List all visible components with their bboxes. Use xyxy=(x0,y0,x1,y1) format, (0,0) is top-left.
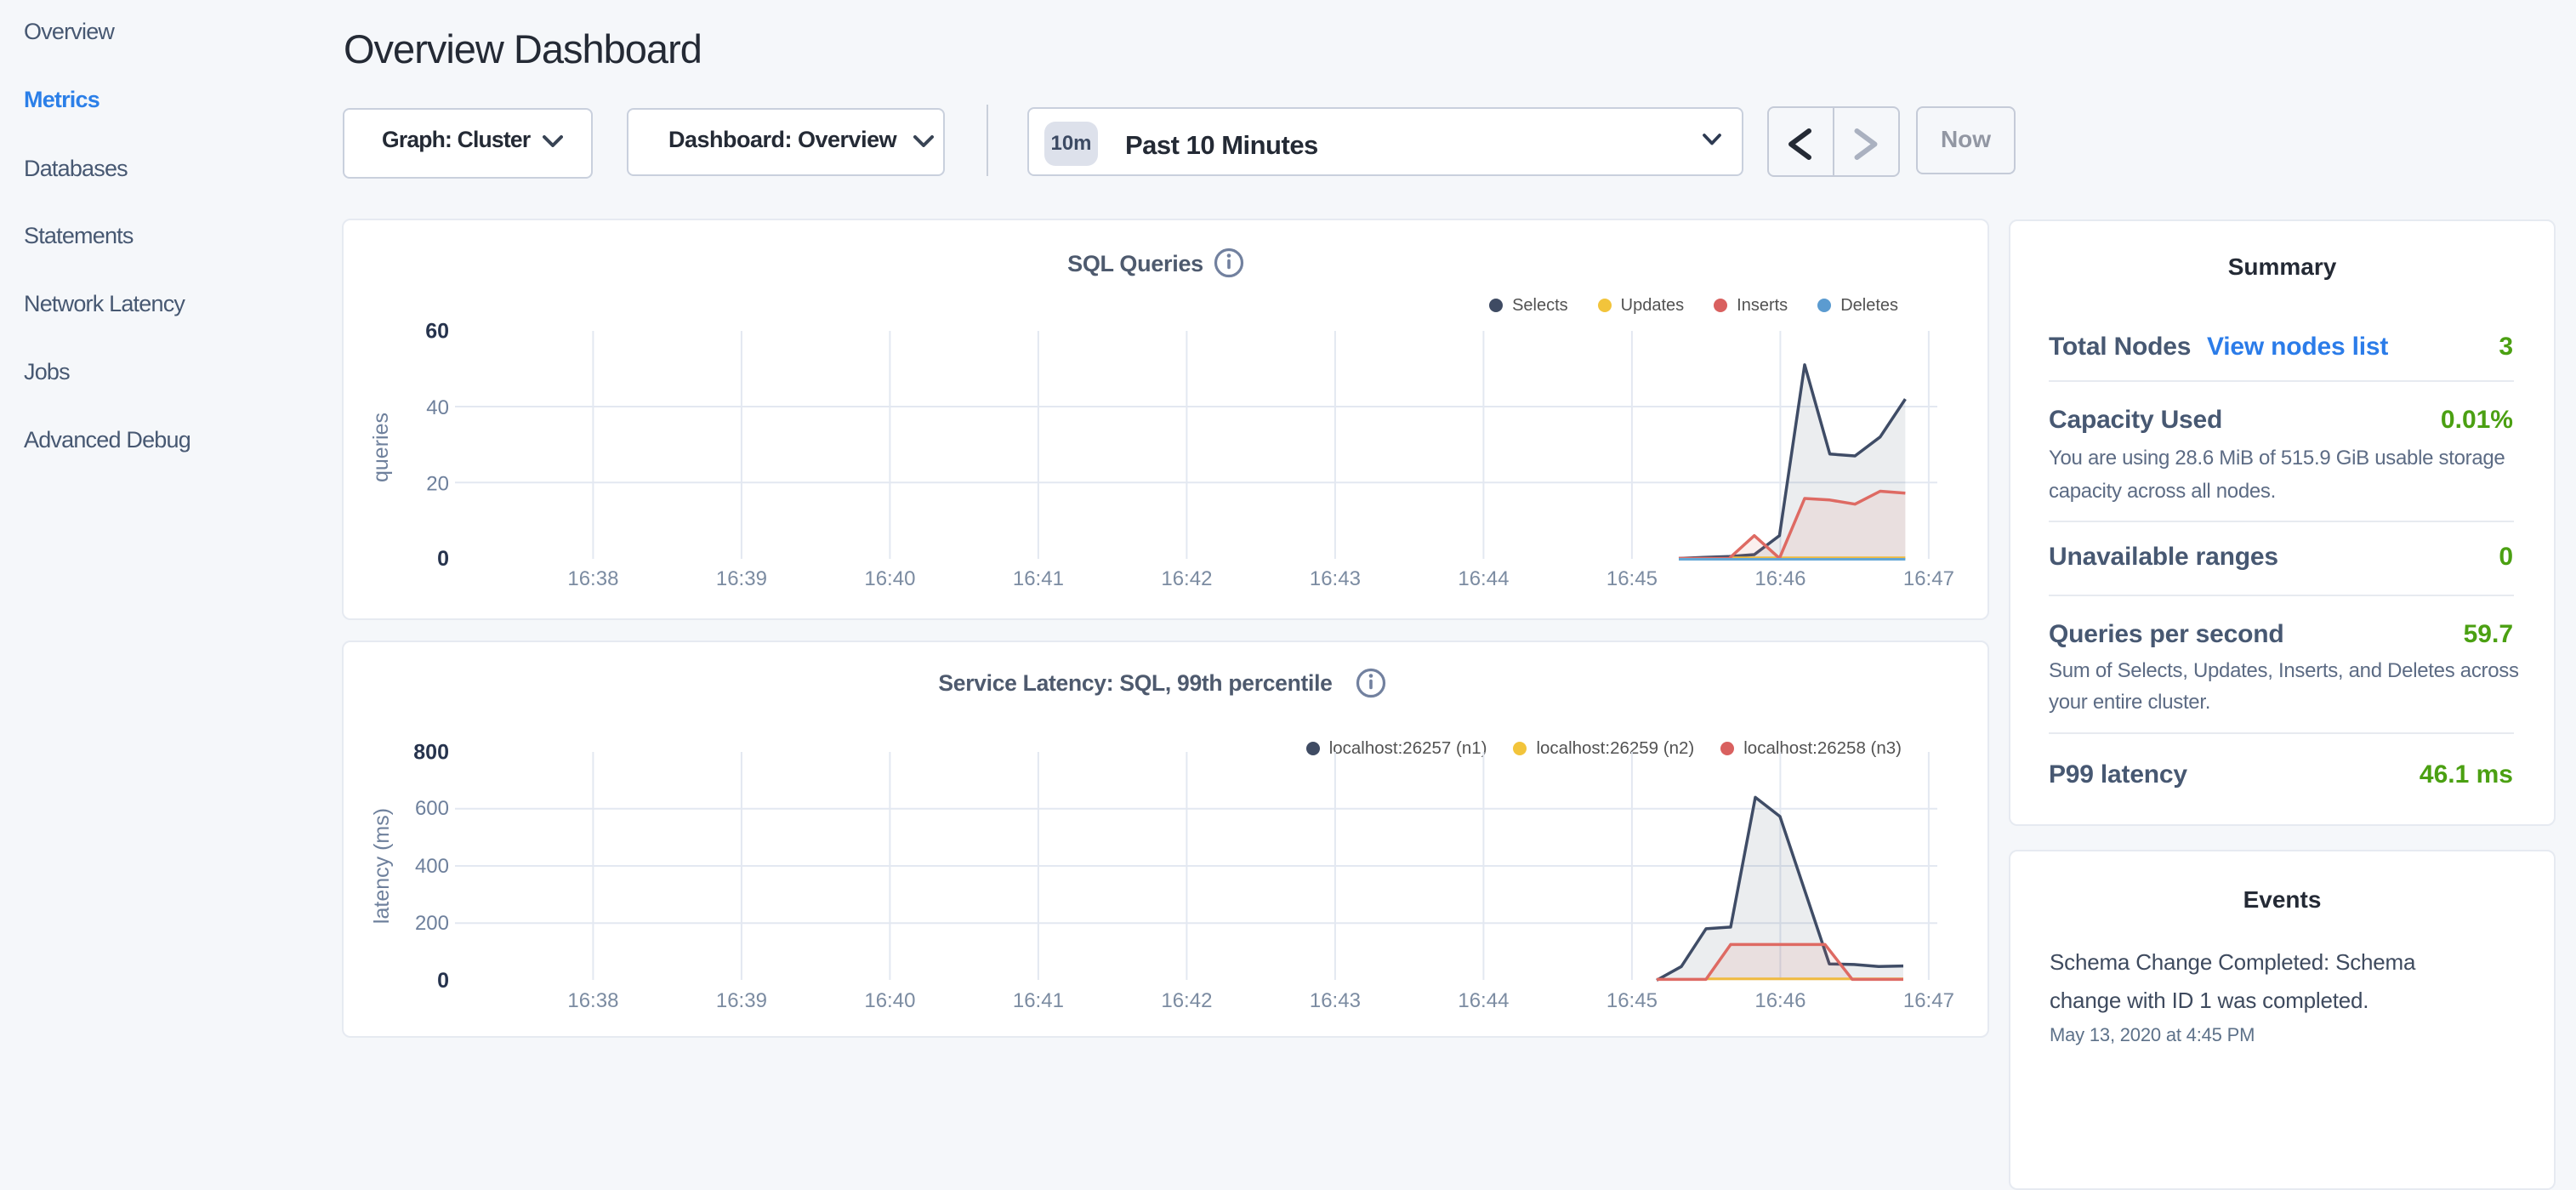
svg-text:16:42: 16:42 xyxy=(1161,989,1212,1012)
svg-text:16:39: 16:39 xyxy=(716,567,767,590)
svg-text:16:47: 16:47 xyxy=(1903,989,1954,1012)
svg-text:16:41: 16:41 xyxy=(1013,989,1064,1012)
svg-text:latency (ms): latency (ms) xyxy=(370,808,394,924)
svg-text:16:43: 16:43 xyxy=(1310,989,1361,1012)
svg-text:16:40: 16:40 xyxy=(864,567,915,590)
svg-text:600: 600 xyxy=(415,797,449,820)
svg-text:20: 20 xyxy=(426,473,449,496)
svg-text:800: 800 xyxy=(413,741,449,765)
svg-text:60: 60 xyxy=(425,320,449,344)
svg-text:16:38: 16:38 xyxy=(567,567,618,590)
svg-text:16:47: 16:47 xyxy=(1903,567,1954,590)
svg-text:40: 40 xyxy=(426,396,449,419)
svg-text:400: 400 xyxy=(415,855,449,878)
svg-text:16:44: 16:44 xyxy=(1458,567,1509,590)
svg-text:16:45: 16:45 xyxy=(1606,567,1658,590)
svg-text:16:46: 16:46 xyxy=(1754,989,1805,1012)
svg-text:16:40: 16:40 xyxy=(864,989,915,1012)
svg-text:16:46: 16:46 xyxy=(1754,567,1805,590)
svg-text:200: 200 xyxy=(415,912,449,935)
svg-text:16:42: 16:42 xyxy=(1161,567,1212,590)
svg-text:16:43: 16:43 xyxy=(1310,567,1361,590)
svg-text:16:39: 16:39 xyxy=(716,989,767,1012)
svg-text:0: 0 xyxy=(437,547,449,571)
svg-text:queries: queries xyxy=(369,413,393,482)
svg-text:16:45: 16:45 xyxy=(1606,989,1658,1012)
svg-text:16:38: 16:38 xyxy=(567,989,618,1012)
svg-text:16:44: 16:44 xyxy=(1458,989,1509,1012)
svg-text:0: 0 xyxy=(437,969,449,993)
svg-text:16:41: 16:41 xyxy=(1013,567,1064,590)
